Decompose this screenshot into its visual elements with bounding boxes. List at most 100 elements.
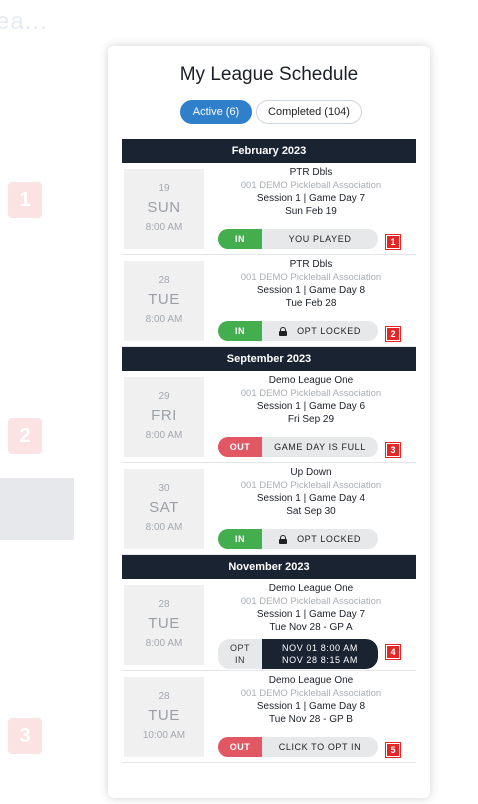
- status-text: GAME DAY IS FULL: [274, 442, 366, 452]
- tab-bar: Active (6) Completed (104): [108, 100, 430, 124]
- event-row[interactable]: 28 TUE 8:00 AM Demo League One 001 DEMO …: [122, 579, 416, 671]
- event-name: PTR Dbls: [289, 167, 333, 178]
- event-association: 001 DEMO Pickleball Association: [240, 688, 382, 699]
- month-header: November 2023: [122, 555, 416, 579]
- event-session: Session 1 | Game Day 8: [256, 701, 366, 712]
- date-day: 29: [158, 391, 170, 402]
- event-row[interactable]: 30 SAT 8:00 AM Up Down 001 DEMO Pickleba…: [122, 463, 416, 555]
- status-label: YOU PLAYED: [262, 229, 378, 249]
- month-header: September 2023: [122, 347, 416, 371]
- date-day: 28: [158, 691, 170, 702]
- tab-active[interactable]: Active (6): [180, 100, 252, 124]
- date-time: 8:00 AM: [145, 430, 183, 441]
- status-toggle[interactable]: IN OPT LOCKED: [218, 529, 378, 549]
- event-info: Demo League One 001 DEMO Pickleball Asso…: [206, 374, 416, 426]
- status-toggle[interactable]: IN OPT LOCKED: [218, 321, 378, 341]
- date-time: 8:00 AM: [145, 522, 183, 533]
- step-badge: 3: [386, 443, 400, 457]
- status-label: OPT LOCKED: [262, 321, 378, 341]
- status-label: OPT LOCKED: [262, 529, 378, 549]
- opt-label-top: OPT: [229, 643, 250, 653]
- status-in: IN: [218, 321, 262, 341]
- event-name: Demo League One: [268, 675, 354, 686]
- date-box: 28 TUE 8:00 AM: [124, 585, 204, 665]
- opt-in-button[interactable]: CLICK TO OPT IN: [262, 737, 378, 757]
- opt-in-label: OPT IN: [218, 639, 262, 669]
- event-info: Demo League One 001 DEMO Pickleball Asso…: [206, 674, 416, 726]
- event-row[interactable]: 28 TUE 8:00 AM PTR Dbls 001 DEMO Pickleb…: [122, 255, 416, 347]
- status-in: IN: [218, 529, 262, 549]
- event-name: Demo League One: [268, 583, 354, 594]
- event-info: PTR Dbls 001 DEMO Pickleball Association…: [206, 166, 416, 218]
- opt-window-times: NOV 01 8:00 AM NOV 28 8:15 AM: [262, 639, 378, 669]
- event-association: 001 DEMO Pickleball Association: [240, 272, 382, 283]
- background-badge: 1: [8, 182, 42, 218]
- event-session: Session 1 | Game Day 6: [256, 401, 366, 412]
- step-badge: 5: [386, 743, 400, 757]
- event-session: Session 1 | Game Day 7: [256, 609, 366, 620]
- status-text: OPT LOCKED: [297, 534, 361, 544]
- event-date: Tue Feb 28: [285, 298, 337, 309]
- month-header: February 2023: [122, 139, 416, 163]
- opt-label-bottom: IN: [235, 655, 245, 665]
- status-in: IN: [218, 229, 262, 249]
- event-date: Tue Nov 28 - GP A: [269, 622, 353, 633]
- event-association: 001 DEMO Pickleball Association: [240, 388, 382, 399]
- background-badge: 3: [8, 718, 42, 754]
- event-session: Session 1 | Game Day 7: [256, 193, 366, 204]
- event-date: Sun Feb 19: [285, 206, 337, 217]
- date-day: 28: [158, 275, 170, 286]
- event-info: Demo League One 001 DEMO Pickleball Asso…: [206, 582, 416, 634]
- date-box: 28 TUE 8:00 AM: [124, 261, 204, 341]
- status-out: OUT: [218, 737, 262, 757]
- event-date: Tue Nov 28 - GP B: [269, 714, 353, 725]
- step-badge: 2: [386, 327, 400, 341]
- event-row[interactable]: 19 SUN 8:00 AM PTR Dbls 001 DEMO Pickleb…: [122, 163, 416, 255]
- date-weekday: SUN: [147, 199, 181, 216]
- date-weekday: TUE: [148, 291, 180, 308]
- event-row[interactable]: 29 FRI 8:00 AM Demo League One 001 DEMO …: [122, 371, 416, 463]
- date-weekday: FRI: [151, 407, 177, 424]
- lock-icon: [279, 326, 288, 336]
- status-out: OUT: [218, 437, 262, 457]
- status-text: OPT LOCKED: [297, 326, 361, 336]
- event-name: Up Down: [290, 467, 332, 478]
- status-text: YOU PLAYED: [288, 234, 352, 244]
- date-day: 30: [158, 483, 170, 494]
- date-weekday: TUE: [148, 707, 180, 724]
- status-text: CLICK TO OPT IN: [278, 742, 362, 752]
- status-toggle[interactable]: IN YOU PLAYED: [218, 229, 378, 249]
- date-box: 29 FRI 8:00 AM: [124, 377, 204, 457]
- event-association: 001 DEMO Pickleball Association: [240, 180, 382, 191]
- date-time: 8:00 AM: [145, 314, 183, 325]
- background-faded-text: ea...: [0, 8, 48, 35]
- page-title: My League Schedule: [179, 64, 359, 85]
- event-association: 001 DEMO Pickleball Association: [240, 480, 382, 491]
- window-close-time: NOV 28 8:15 AM: [282, 655, 358, 665]
- event-name: Demo League One: [268, 375, 354, 386]
- date-weekday: TUE: [148, 615, 180, 632]
- date-time: 8:00 AM: [145, 638, 183, 649]
- background-badge: 2: [8, 418, 42, 454]
- status-toggle[interactable]: OUT GAME DAY IS FULL: [218, 437, 378, 457]
- event-row[interactable]: 28 TUE 10:00 AM Demo League One 001 DEMO…: [122, 671, 416, 763]
- date-day: 28: [158, 599, 170, 610]
- event-info: Up Down 001 DEMO Pickleball Association …: [206, 466, 416, 518]
- lock-icon: [279, 534, 288, 544]
- tab-completed[interactable]: Completed (104): [256, 100, 362, 124]
- status-label: GAME DAY IS FULL: [262, 437, 378, 457]
- status-toggle[interactable]: OUT CLICK TO OPT IN: [218, 737, 378, 757]
- opt-in-window[interactable]: OPT IN NOV 01 8:00 AM NOV 28 8:15 AM: [218, 639, 378, 669]
- event-date: Fri Sep 29: [287, 414, 335, 425]
- step-badge: 1: [386, 235, 400, 249]
- date-time: 8:00 AM: [145, 222, 183, 233]
- event-name: PTR Dbls: [289, 259, 333, 270]
- date-time: 10:00 AM: [142, 730, 186, 741]
- event-association: 001 DEMO Pickleball Association: [240, 596, 382, 607]
- date-box: 28 TUE 10:00 AM: [124, 677, 204, 757]
- step-badge: 4: [386, 645, 400, 659]
- schedule-card: My League Schedule Active (6) Completed …: [108, 46, 430, 798]
- event-session: Session 1 | Game Day 8: [256, 285, 366, 296]
- date-box: 30 SAT 8:00 AM: [124, 469, 204, 549]
- date-box: 19 SUN 8:00 AM: [124, 169, 204, 249]
